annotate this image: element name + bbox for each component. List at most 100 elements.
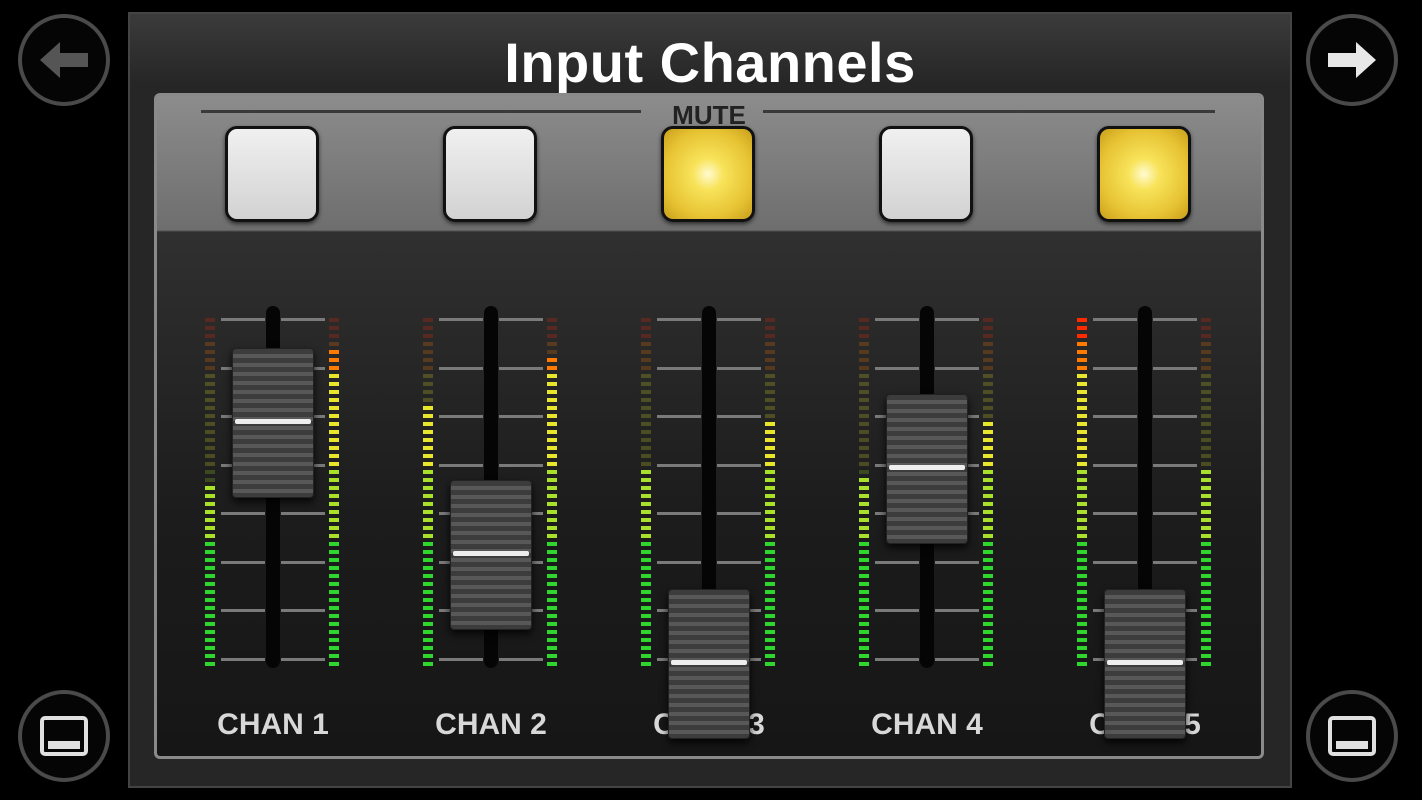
- meter-segment: [423, 358, 433, 362]
- meter-segment: [859, 502, 869, 506]
- meter-segment: [859, 518, 869, 522]
- fader-knob-3[interactable]: [668, 589, 750, 740]
- meter-segment: [859, 630, 869, 634]
- meter-segment: [859, 662, 869, 666]
- meter-segment: [641, 446, 651, 450]
- meter-segment: [641, 518, 651, 522]
- meter-segment: [765, 462, 775, 466]
- fader-scale-tick: [875, 366, 919, 370]
- fader-knob-1[interactable]: [232, 348, 314, 499]
- meter-segment: [765, 574, 775, 578]
- level-meter-right-3: [765, 314, 775, 666]
- meter-segment: [547, 470, 557, 474]
- arrow-right-icon: [1328, 42, 1376, 78]
- meter-segment: [329, 470, 339, 474]
- level-meter-right-5: [1201, 314, 1211, 666]
- meter-segment: [765, 470, 775, 474]
- fader-scale-tick: [935, 560, 979, 564]
- meter-segment: [547, 390, 557, 394]
- meter-segment: [859, 374, 869, 378]
- fader-knob-4[interactable]: [886, 394, 968, 545]
- meter-segment: [423, 334, 433, 338]
- meter-segment: [983, 566, 993, 570]
- meter-segment: [641, 638, 651, 642]
- view-toggle-button-left[interactable]: [18, 690, 110, 782]
- meter-segment: [1077, 630, 1087, 634]
- meter-segment: [547, 398, 557, 402]
- meter-segment: [859, 430, 869, 434]
- meter-segment: [205, 566, 215, 570]
- meter-segment: [765, 366, 775, 370]
- meter-segment: [983, 438, 993, 442]
- fader-scale-tick: [717, 512, 761, 515]
- meter-segment: [329, 518, 339, 522]
- meter-segment: [205, 590, 215, 594]
- meter-segment: [859, 382, 869, 386]
- meter-segment: [1077, 446, 1087, 450]
- meter-segment: [547, 550, 557, 554]
- meter-segment: [205, 430, 215, 434]
- meter-segment: [765, 598, 775, 602]
- meter-segment: [1201, 358, 1211, 362]
- meter-segment: [547, 454, 557, 458]
- meter-segment: [859, 390, 869, 394]
- meter-segment: [423, 406, 433, 410]
- fader-scale-tick: [439, 463, 483, 467]
- meter-segment: [641, 374, 651, 378]
- meter-segment: [641, 654, 651, 658]
- meter-segment: [547, 662, 557, 666]
- meter-segment: [859, 494, 869, 498]
- level-meter-left-1: [205, 314, 215, 666]
- fader-scale-tick: [281, 512, 325, 515]
- meter-segment: [641, 414, 651, 418]
- fader-scale-tick: [281, 609, 325, 612]
- meter-segment: [329, 510, 339, 514]
- fader-scale-tick: [875, 609, 919, 612]
- meter-segment: [329, 422, 339, 426]
- meter-segment: [859, 526, 869, 530]
- meter-segment: [765, 486, 775, 490]
- meter-segment: [859, 654, 869, 658]
- meter-segment: [983, 342, 993, 346]
- meter-segment: [1201, 374, 1211, 378]
- meter-segment: [859, 358, 869, 362]
- meter-segment: [1077, 646, 1087, 650]
- meter-segment: [1077, 518, 1087, 522]
- meter-segment: [205, 606, 215, 610]
- view-toggle-button-right[interactable]: [1306, 690, 1398, 782]
- meter-segment: [765, 518, 775, 522]
- meter-segment: [765, 494, 775, 498]
- meter-segment: [1201, 446, 1211, 450]
- meter-segment: [859, 406, 869, 410]
- fader-knob-5[interactable]: [1104, 589, 1186, 740]
- meter-segment: [1077, 534, 1087, 538]
- fader-scale-tick: [717, 366, 761, 370]
- meter-segment: [859, 478, 869, 482]
- prev-page-button[interactable]: [18, 14, 110, 106]
- meter-segment: [983, 422, 993, 426]
- fader-knob-2[interactable]: [450, 480, 532, 631]
- meter-segment: [423, 326, 433, 330]
- meter-segment: [547, 358, 557, 362]
- next-page-button[interactable]: [1306, 14, 1398, 106]
- meter-segment: [983, 526, 993, 530]
- meter-segment: [983, 518, 993, 522]
- meter-segment: [423, 638, 433, 642]
- meter-segment: [1201, 390, 1211, 394]
- meter-segment: [205, 630, 215, 634]
- meter-segment: [329, 646, 339, 650]
- meter-segment: [1201, 598, 1211, 602]
- meter-segment: [547, 542, 557, 546]
- meter-segment: [983, 326, 993, 330]
- fader-scale-tick: [1093, 463, 1137, 467]
- meter-segment: [859, 638, 869, 642]
- meter-segment: [547, 422, 557, 426]
- meter-segment: [547, 502, 557, 506]
- channel-label-1: CHAN 1: [217, 708, 329, 741]
- meter-segment: [205, 550, 215, 554]
- meter-segment: [205, 422, 215, 426]
- meter-segment: [423, 534, 433, 538]
- meter-segment: [423, 646, 433, 650]
- fader-scale-tick: [281, 657, 325, 661]
- meter-segment: [641, 334, 651, 338]
